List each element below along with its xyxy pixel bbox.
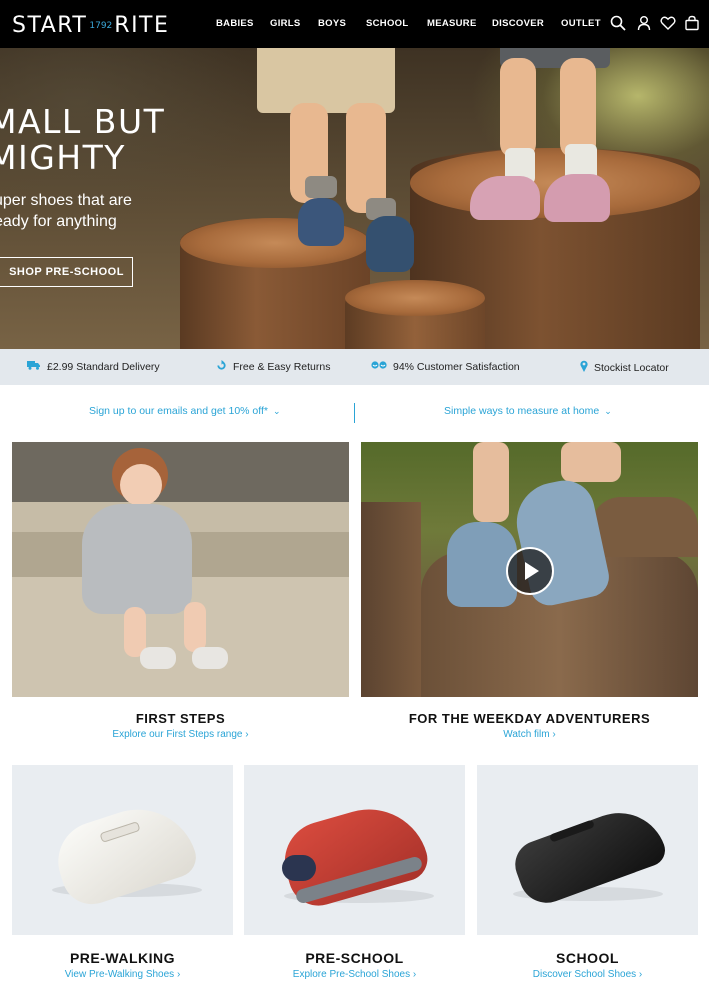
toddler-face bbox=[120, 464, 162, 506]
school-title: SCHOOL bbox=[556, 950, 619, 966]
toddler-leg bbox=[184, 602, 206, 652]
nav-boys[interactable]: BOYS bbox=[318, 18, 346, 29]
weekday-adventurers-title: FOR THE WEEKDAY ADVENTURERS bbox=[408, 711, 651, 726]
logo-year: 1792 bbox=[89, 20, 113, 31]
nav-girls[interactable]: GIRLS bbox=[270, 18, 301, 29]
email-signup-promo[interactable]: Sign up to our emails and get 10% off* ⌄ bbox=[89, 405, 281, 417]
benefits-bar: £2.99 Standard Delivery Free & Easy Retu… bbox=[0, 349, 709, 385]
first-steps-link[interactable]: Explore our First Steps range › bbox=[12, 729, 349, 740]
first-steps-image[interactable] bbox=[12, 442, 349, 697]
nav-measure[interactable]: MEASURE bbox=[427, 18, 477, 29]
site-header: START 1792 RITE BABIES GIRLS BOYS SCHOOL… bbox=[0, 0, 709, 48]
hero-subtitle-line: uper shoes that are bbox=[0, 192, 132, 209]
tree-stump bbox=[591, 497, 698, 557]
pre-walking-title: PRE-WALKING bbox=[69, 950, 176, 966]
chevron-down-icon: ⌄ bbox=[604, 406, 612, 416]
brand-logo[interactable]: START 1792 RITE bbox=[12, 13, 169, 38]
shop-pre-school-button[interactable]: SHOP PRE-SCHOOL bbox=[0, 257, 133, 287]
child-leg bbox=[500, 58, 536, 158]
toddler-dress bbox=[82, 504, 192, 614]
hero-title-line: MALL BUT bbox=[0, 102, 166, 141]
first-steps-title: FIRST STEPS bbox=[135, 711, 226, 726]
benefit-returns[interactable]: Free & Easy Returns bbox=[216, 360, 330, 374]
pink-shoe bbox=[544, 174, 610, 222]
hero-copy: MALL BUT MIGHTY uper shoes that are eady… bbox=[0, 104, 165, 232]
hero-title: MALL BUT MIGHTY bbox=[0, 104, 165, 176]
hero-banner[interactable]: MALL BUT MIGHTY uper shoes that are eady… bbox=[0, 48, 709, 349]
promo-label: Sign up to our emails and get 10% off* bbox=[89, 405, 269, 417]
chevron-down-icon: ⌄ bbox=[273, 406, 281, 416]
toddler-shoe bbox=[140, 647, 176, 669]
benefit-satisfaction[interactable]: 94% Customer Satisfaction bbox=[371, 360, 520, 373]
child-sock bbox=[305, 176, 337, 198]
child-leg bbox=[561, 442, 621, 482]
pink-shoe bbox=[470, 176, 540, 220]
benefit-label: 94% Customer Satisfaction bbox=[393, 360, 520, 373]
benefit-label: Stockist Locator bbox=[594, 361, 669, 374]
blue-shoe bbox=[366, 216, 414, 272]
pre-walking-link[interactable]: View Pre-Walking Shoes › bbox=[12, 969, 233, 980]
pre-school-link[interactable]: Explore Pre-School Shoes › bbox=[244, 969, 465, 980]
benefit-label: Free & Easy Returns bbox=[233, 361, 331, 373]
child-leg bbox=[560, 58, 596, 158]
hero-title-line: MIGHTY bbox=[0, 138, 126, 177]
logo-rite: RITE bbox=[114, 13, 170, 38]
benefit-label: £2.99 Standard Delivery bbox=[47, 360, 160, 373]
promo-divider bbox=[354, 403, 355, 423]
nav-school[interactable]: SCHOOL bbox=[366, 18, 408, 29]
toddler-shoe bbox=[192, 647, 228, 669]
nav-outlet[interactable]: OUTLET bbox=[561, 18, 601, 29]
location-pin-icon bbox=[580, 360, 588, 375]
basket-icon[interactable] bbox=[684, 15, 702, 33]
nav-discover[interactable]: DISCOVER bbox=[492, 18, 544, 29]
weekday-adventurers-video[interactable] bbox=[361, 442, 698, 697]
benefit-stockist[interactable]: Stockist Locator bbox=[580, 360, 669, 375]
tree-stump-front bbox=[345, 280, 485, 349]
account-icon[interactable] bbox=[636, 15, 654, 33]
logo-start: START bbox=[12, 13, 88, 38]
pre-walking-product-image[interactable] bbox=[12, 765, 233, 935]
school-link[interactable]: Discover School Shoes › bbox=[477, 969, 698, 980]
wishlist-heart-icon[interactable] bbox=[660, 15, 678, 33]
measure-at-home-promo[interactable]: Simple ways to measure at home ⌄ bbox=[444, 405, 612, 417]
play-button-icon[interactable] bbox=[506, 547, 554, 595]
watch-film-link[interactable]: Watch film › bbox=[361, 729, 698, 740]
school-product-image[interactable] bbox=[477, 765, 698, 935]
returns-arrow-icon bbox=[216, 360, 227, 374]
tree-stump bbox=[361, 502, 421, 697]
hero-subtitle-line: eady for anything bbox=[0, 213, 117, 230]
benefit-delivery[interactable]: £2.99 Standard Delivery bbox=[27, 360, 160, 373]
promo-label: Simple ways to measure at home bbox=[444, 405, 600, 417]
satisfaction-icon bbox=[371, 360, 387, 373]
pre-school-product-image[interactable] bbox=[244, 765, 465, 935]
search-icon[interactable] bbox=[610, 15, 628, 33]
pre-school-title: PRE-SCHOOL bbox=[305, 950, 404, 966]
delivery-truck-icon bbox=[27, 360, 41, 373]
stone-step bbox=[12, 442, 349, 502]
hero-subtitle: uper shoes that are eady for anything bbox=[0, 190, 165, 232]
blue-shoe bbox=[298, 198, 344, 246]
child-leg bbox=[473, 442, 509, 522]
child-leg bbox=[346, 103, 386, 213]
nav-babies[interactable]: BABIES bbox=[216, 18, 254, 29]
shoe-toe-navy bbox=[282, 855, 316, 881]
